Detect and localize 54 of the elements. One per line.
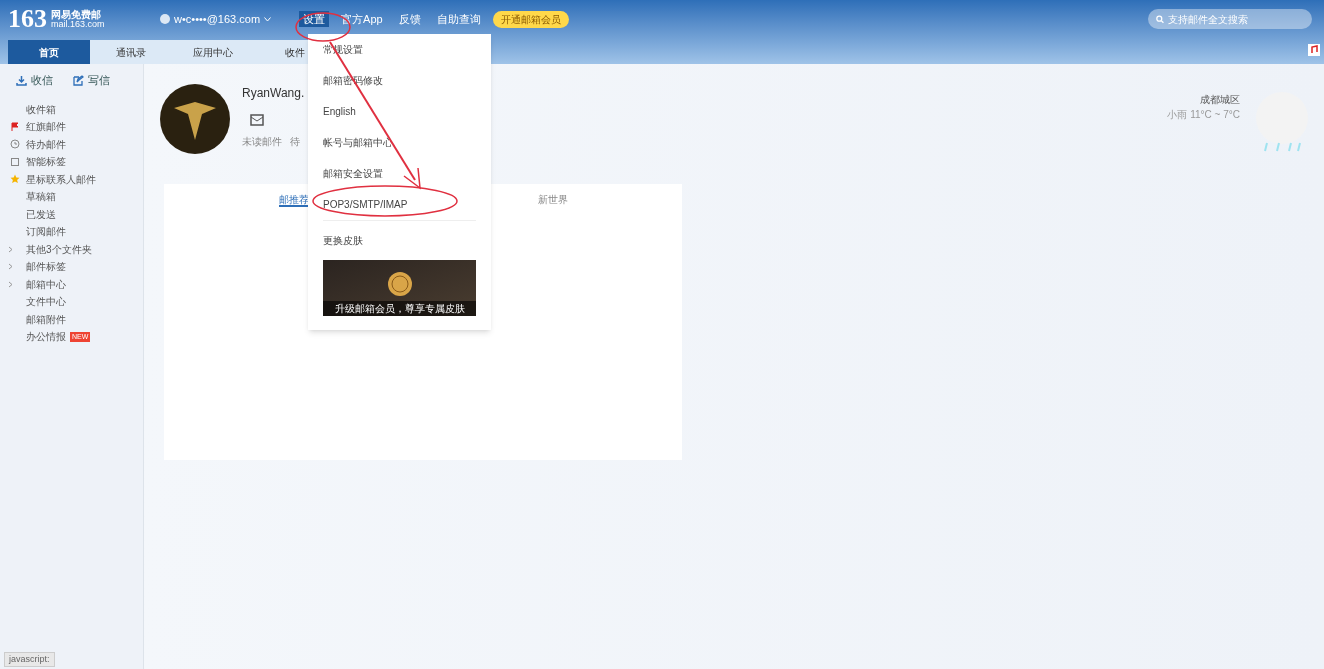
main-tab[interactable]: 通讯录 [90, 40, 172, 64]
folder-item[interactable]: 草稿箱 [26, 189, 56, 205]
menu-item[interactable]: 更换皮肤 [323, 225, 476, 256]
stat-label[interactable]: 待 [290, 134, 300, 149]
caret-icon [264, 16, 272, 22]
menu-item[interactable]: English [323, 96, 476, 127]
logo-title: 网易免费邮 [51, 9, 101, 20]
skin-banner[interactable]: 升级邮箱会员，尊享专属皮肤 [323, 260, 476, 316]
folder-item[interactable]: 智能标签 [26, 154, 66, 170]
main-tab[interactable]: 应用中心 [172, 40, 254, 64]
logo-domain: mail.163.com [51, 19, 105, 29]
stat-label[interactable]: 未读邮件 [242, 134, 282, 149]
folder-item[interactable]: 文件中心 [26, 294, 66, 310]
folder-item[interactable]: 红旗邮件 [26, 119, 66, 135]
folder-item[interactable]: 邮件标签 [26, 259, 66, 275]
coin-icon [386, 271, 413, 297]
folder-item[interactable]: 星标联系人邮件 [26, 171, 96, 187]
logo-number: 163 [8, 6, 47, 32]
nav-link[interactable]: 自助查询 [432, 10, 485, 28]
clock-icon [10, 139, 20, 150]
banner-text: 升级邮箱会员，尊享专属皮肤 [323, 301, 476, 316]
folder-item[interactable]: 订阅邮件 [26, 224, 66, 240]
star-icon [10, 174, 20, 185]
download-icon [16, 74, 27, 86]
folder-item[interactable]: 待办邮件 [26, 136, 66, 152]
menu-item[interactable]: 邮箱安全设置 [323, 158, 476, 189]
folder-item[interactable]: 其他3个文件夹 [26, 241, 92, 257]
menu-item[interactable]: POP3/SMTP/IMAP [323, 189, 476, 220]
receive-button[interactable]: 收信 [16, 72, 53, 89]
annotation-circle [295, 12, 351, 42]
profile-name: RyanWang. [242, 85, 305, 102]
folder-item[interactable]: 邮箱中心 [26, 276, 66, 292]
status-text: javascript: [4, 651, 55, 667]
search-field[interactable]: 支持邮件全文搜索 [1148, 9, 1312, 29]
feed-tab[interactable]: 新世界 [537, 192, 568, 207]
main-tab[interactable]: 首页 [8, 40, 90, 64]
folder-item[interactable]: 邮箱附件 [26, 311, 66, 327]
folder-item[interactable]: 已发送 [26, 206, 56, 222]
write-button[interactable]: 写信 [73, 72, 110, 89]
account-menu[interactable]: w•c••••@163.com [160, 10, 272, 28]
tag-icon [10, 156, 20, 167]
flag-icon [10, 121, 20, 132]
mail-icon[interactable] [250, 114, 264, 126]
search-icon [1156, 14, 1165, 24]
folder-item[interactable]: 办公情报 [26, 329, 66, 345]
vip-badge[interactable]: 开通邮箱会员 [492, 10, 569, 28]
weather-city: 成都城区 [1200, 93, 1240, 107]
avatar [160, 84, 230, 154]
nav-link[interactable]: 反馈 [394, 10, 425, 28]
edit-icon [73, 74, 84, 86]
folder-item[interactable]: 收件箱 [26, 101, 56, 117]
music-icon[interactable] [1308, 44, 1320, 56]
search-input[interactable]: 支持邮件全文搜索 [1168, 11, 1304, 27]
weather-forecast: 小雨 11°C ~ 7°C [1167, 108, 1240, 122]
